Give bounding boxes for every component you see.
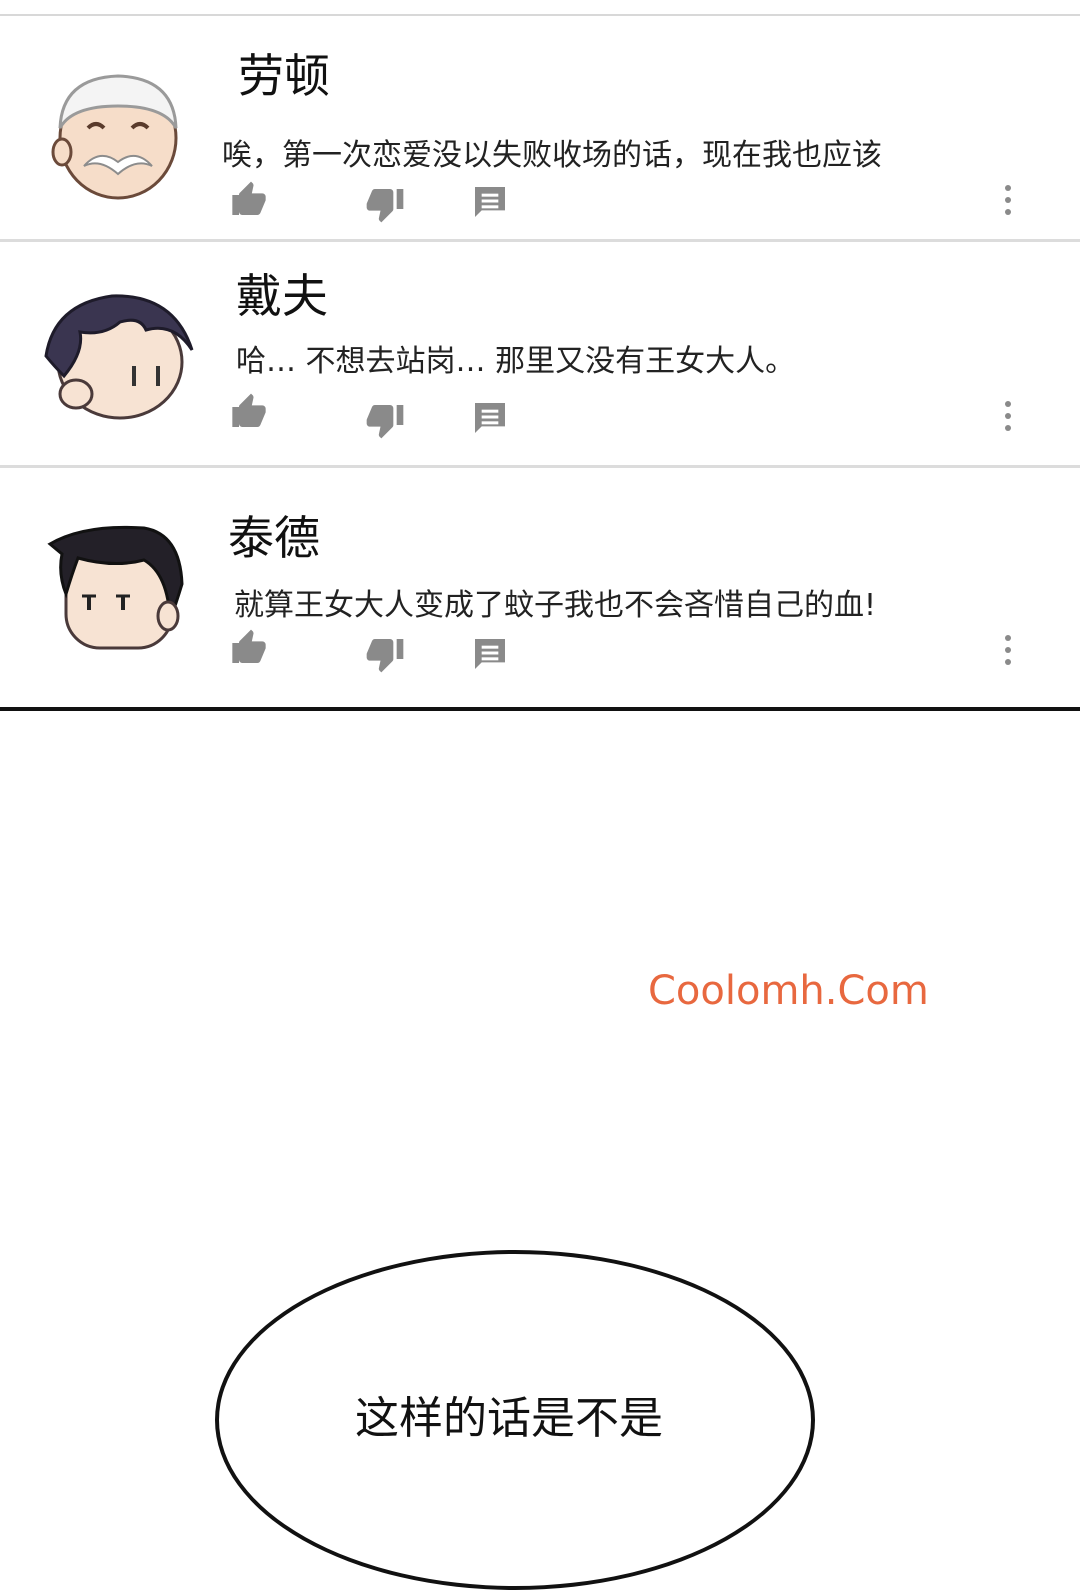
thumbs-down-icon[interactable] <box>365 400 405 440</box>
comment-text: 就算王女大人变成了蚊子我也不会吝惜自己的血! <box>234 588 877 623</box>
watermark: Coolomh.Com <box>648 968 929 1014</box>
comment-item: 泰德 就算王女大人变成了蚊子我也不会吝惜自己的血! <box>0 468 1080 714</box>
comment-author: 劳顿 <box>238 49 330 103</box>
more-vertical-icon[interactable] <box>998 398 1018 438</box>
more-vertical-icon[interactable] <box>998 182 1018 222</box>
comment-item: 戴夫 哈… 不想去站岗… 那里又没有王女大人。 <box>0 242 1080 468</box>
comment-author: 戴夫 <box>236 269 328 323</box>
white-haired-old-man-avatar-icon[interactable] <box>48 66 188 206</box>
more-vertical-icon[interactable] <box>998 632 1018 672</box>
comment-item: 劳顿 唉，第一次恋爱没以失败收场的话，现在我也应该 <box>0 16 1080 242</box>
top-divider <box>0 0 1080 16</box>
thumbs-up-icon[interactable] <box>229 392 269 432</box>
speech-bubble-text: 这样的话是不是 <box>355 1393 663 1444</box>
comment-author: 泰德 <box>228 511 320 565</box>
comment-text: 唉，第一次恋爱没以失败收场的话，现在我也应该 <box>222 138 882 173</box>
comment-text: 哈… 不想去站岗… 那里又没有王女大人。 <box>236 344 796 379</box>
dark-haired-young-man-avatar-icon[interactable] <box>24 286 200 426</box>
black-haired-man-avatar-icon[interactable] <box>44 524 184 654</box>
reply-icon[interactable] <box>470 182 510 222</box>
thumbs-up-icon[interactable] <box>229 628 269 668</box>
thumbs-down-icon[interactable] <box>365 634 405 674</box>
reply-icon[interactable] <box>470 398 510 438</box>
thumbs-up-icon[interactable] <box>229 180 269 220</box>
thumbs-down-icon[interactable] <box>365 184 405 224</box>
reply-icon[interactable] <box>470 634 510 674</box>
comment-list: 劳顿 唉，第一次恋爱没以失败收场的话，现在我也应该 戴夫 哈… 不想去站岗… 那… <box>0 16 1080 714</box>
panel-border <box>0 707 1080 711</box>
